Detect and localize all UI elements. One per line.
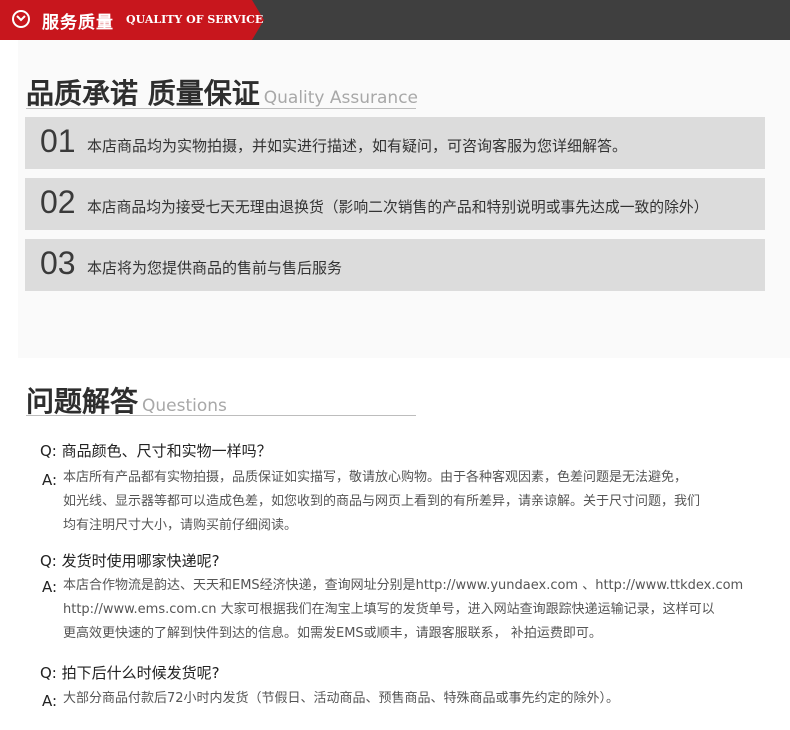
quality-item-text: 本店商品均为接受七天无理由退换货（影响二次销售的产品和特别说明或事先达成一致的除…: [87, 199, 709, 216]
quality-item-number: 02: [40, 184, 76, 220]
faq-answer: 大部分商品付款后72小时内发货（节假日、活动商品、预售商品、特殊商品或事先约定的…: [63, 687, 783, 711]
faq-answer: 本店合作物流是韵达、天天和EMS经济快递，查询网址分别是http://www.y…: [63, 574, 783, 646]
quality-item-number: 03: [40, 245, 76, 281]
quality-item: 01 本店商品均为实物拍摄，并如实进行描述，如有疑问，可咨询客服为您详细解答。: [25, 117, 765, 169]
banner-title-en: QUALITY OF SERVICE: [126, 13, 264, 26]
faq-answer-line: 更高效更快速的了解到快件到达的信息。如需发EMS或顺丰，请跟客服联系， 补拍运费…: [63, 626, 602, 641]
faq-answer-line: 均有注明尺寸大小，请购买前仔细阅读。: [63, 518, 298, 533]
faq-question: Q: 商品颜色、尺寸和实物一样吗？: [40, 442, 272, 460]
quality-section-title: 品质承诺 质量保证 Quality Assurance: [26, 72, 418, 112]
quality-item: 02 本店商品均为接受七天无理由退换货（影响二次销售的产品和特别说明或事先达成一…: [25, 178, 765, 230]
faq-question: Q: 拍下后什么时候发货呢?: [40, 664, 220, 682]
quality-title-cn: 品质承诺 质量保证: [26, 77, 260, 110]
faq-answer-label: A:: [42, 578, 58, 596]
faq-answer-line: 本店合作物流是韵达、天天和EMS经济快递，查询网址分别是http://www.y…: [63, 578, 744, 593]
questions-title-underline: [26, 415, 416, 416]
faq-answer-line: 本店所有产品都有实物拍摄，品质保证如实描写，敬请放心购物。由于各种客观因素，色差…: [63, 470, 688, 485]
questions-section-title: 问题解答 Questions: [26, 380, 227, 420]
quality-item-text: 本店将为您提供商品的售前与售后服务: [87, 259, 343, 277]
faq-answer-line: 大部分商品付款后72小时内发货（节假日、活动商品、预售商品、特殊商品或事先约定的…: [63, 691, 620, 706]
faq-answer-line: http://www.ems.com.cn 大家可根据我们在淘宝上填写的发货单号…: [63, 602, 715, 617]
questions-title-en: Questions: [142, 396, 227, 416]
banner-title-cn: 服务质量: [42, 13, 114, 33]
faq-answer-label: A:: [42, 471, 58, 489]
quality-item-text: 本店商品均为实物拍摄，并如实进行描述，如有疑问，可咨询客服为您详细解答。: [87, 137, 628, 155]
quality-title-underline: [26, 108, 416, 109]
quality-item: 03 本店将为您提供商品的售前与售后服务: [25, 239, 765, 291]
questions-title-cn: 问题解答: [26, 385, 139, 418]
quality-title-en: Quality Assurance: [263, 88, 419, 108]
faq-question: Q: 发货时使用哪家快递呢?: [40, 552, 220, 570]
faq-answer: 本店所有产品都有实物拍摄，品质保证如实描写，敬请放心购物。由于各种客观因素，色差…: [63, 466, 783, 538]
faq-answer-label: A:: [42, 692, 58, 710]
chevron-down-circle-icon: [12, 10, 30, 28]
quality-item-number: 01: [40, 123, 76, 159]
faq-answer-line: 如光线、显示器等都可以造成色差，如您收到的商品与网页上看到的有所差异，请亲谅解。…: [63, 494, 701, 509]
